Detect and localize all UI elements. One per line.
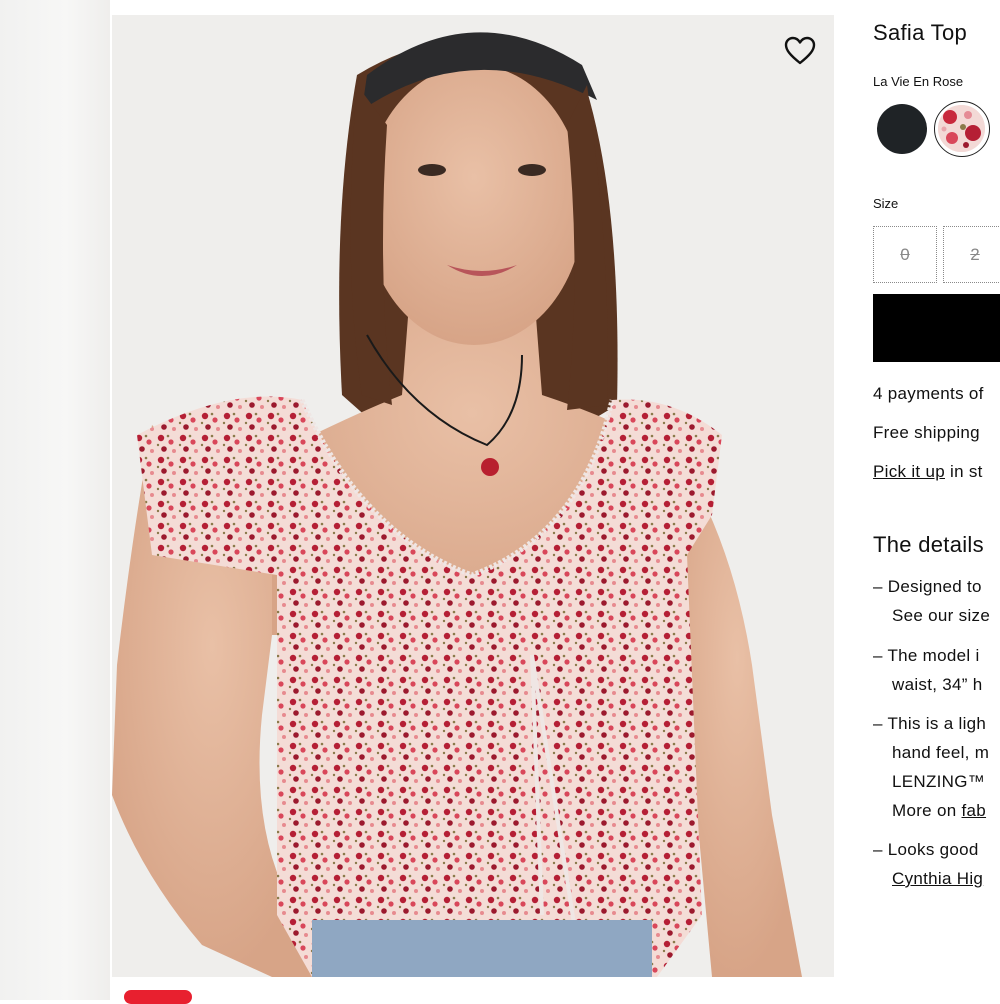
color-swatch-la-vie-en-rose[interactable] [934,101,990,157]
size-label: Size [873,196,899,211]
selected-color-name: La Vie En Rose [873,74,964,89]
more-on-text: More on [892,801,962,820]
detail-item-2-line-1: – The model i [873,646,980,665]
product-photo-illustration [112,15,834,977]
pickup-rest-text: in st [944,462,983,481]
detail-item-1-line-2: See our size [892,606,991,625]
payments-text: 4 payments of [873,384,984,403]
detail-item-4-line-1: – Looks good [873,840,979,859]
promo-badge[interactable] [124,990,192,1004]
thumbnail-image [0,0,110,1000]
product-info-panel: Safia Top La Vie En Rose Size 0 2 4 paym… [873,0,1000,1000]
size-option-2[interactable]: 2 [943,226,1000,283]
product-title: Safia Top [873,20,968,45]
floral-swatch-pattern [938,105,985,152]
add-to-bag-button[interactable] [873,294,1000,362]
favorite-heart-icon[interactable] [784,36,816,66]
main-product-image[interactable] [112,15,834,977]
detail-item-3-line-4: More on fab [892,801,986,821]
shipping-text: Free shipping [873,423,980,442]
cynthia-high-link[interactable]: Cynthia Hig [892,869,983,889]
pickup-link[interactable]: Pick it up [873,462,945,481]
detail-item-3-line-1: – This is a ligh [873,714,987,733]
details-heading: The details [873,532,984,557]
detail-item-3-line-3: LENZING™ [892,772,986,791]
thumbnail-column[interactable] [0,0,110,1000]
detail-item-3-line-2: hand feel, m [892,743,990,762]
detail-item-2-line-2: waist, 34” h [892,675,983,694]
pickup-line: Pick it up in st [873,462,983,482]
size-option-0[interactable]: 0 [873,226,937,283]
fabric-link[interactable]: fab [962,801,987,820]
color-swatch-black[interactable] [877,104,927,154]
detail-item-1-line-1: – Designed to [873,577,982,596]
